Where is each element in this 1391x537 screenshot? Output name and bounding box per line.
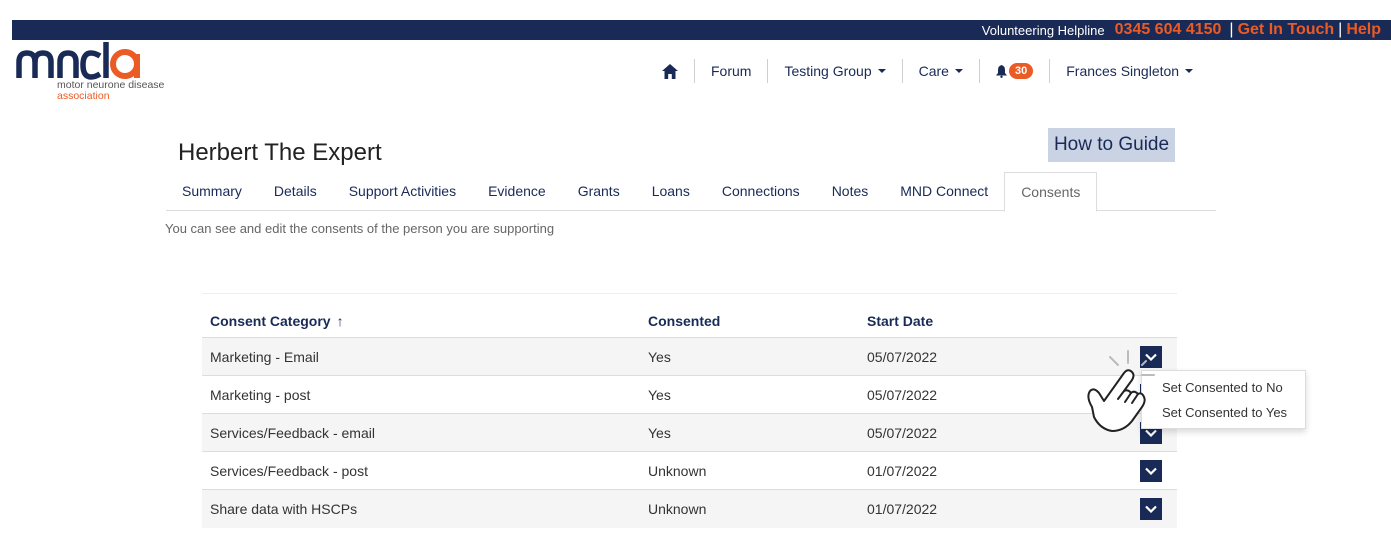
tab-loans[interactable]: Loans: [636, 172, 706, 210]
row-actions-menu: Set Consented to No Set Consented to Yes: [1141, 370, 1306, 429]
person-tabs: Summary Details Support Activities Evide…: [166, 172, 1216, 212]
page-description: You can see and edit the consents of the…: [165, 221, 555, 236]
nav-testing-group-label: Testing Group: [784, 63, 872, 79]
caret-down-icon: [1185, 69, 1194, 73]
chevron-down-icon: [1145, 353, 1157, 361]
cell-start-date: 05/07/2022: [867, 424, 938, 441]
header-start-date[interactable]: Start Date: [867, 313, 933, 329]
cell-consented: Unknown: [648, 501, 707, 517]
table-row: Marketing - Email Yes 05/07/2022: [202, 338, 1177, 376]
tab-notes[interactable]: Notes: [816, 172, 885, 210]
main-nav: Forum Testing Group Care 30 Frances Sing…: [646, 58, 1209, 84]
cell-start-date: 01/07/2022: [867, 501, 938, 517]
cell-start-date: 05/07/2022: [867, 386, 938, 403]
nav-forum-label: Forum: [711, 63, 752, 79]
row-actions-button[interactable]: [1140, 459, 1162, 482]
nav-care-label: Care: [918, 63, 949, 79]
menu-set-consented-yes[interactable]: Set Consented to Yes: [1142, 404, 1305, 429]
table-header: Consent Category ↑ Consented Start Date: [202, 294, 1177, 338]
mnd-logo[interactable]: motor neurone disease association: [16, 42, 186, 114]
page-title: Herbert The Expert: [178, 139, 382, 166]
home-icon: [662, 63, 678, 79]
chevron-down-icon: [1145, 505, 1157, 513]
cell-consented: Yes: [648, 386, 671, 403]
chevron-down-icon: [1145, 429, 1157, 437]
tab-grants[interactable]: Grants: [562, 172, 636, 210]
nav-testing-group[interactable]: Testing Group: [768, 58, 901, 84]
topbar-separator: |: [1338, 21, 1343, 38]
row-actions-button[interactable]: [1140, 498, 1162, 520]
tab-support-activities[interactable]: Support Activities: [333, 172, 472, 210]
consents-table: Consent Category ↑ Consented Start Date M…: [202, 293, 1177, 528]
chevron-down-icon: [1145, 467, 1157, 475]
cell-consented: Unknown: [648, 462, 707, 479]
cell-category: Services/Feedback - email: [210, 424, 375, 441]
mnd-logo-mark: [16, 42, 140, 80]
nav-home[interactable]: [646, 58, 694, 84]
header-consented[interactable]: Consented: [648, 313, 720, 329]
help-link[interactable]: Help: [1346, 21, 1381, 39]
row-actions-button[interactable]: [1140, 345, 1162, 368]
nav-notifications[interactable]: 30: [980, 58, 1049, 84]
tab-evidence[interactable]: Evidence: [472, 172, 562, 210]
cell-consented: Yes: [648, 424, 671, 441]
get-in-touch-link[interactable]: Get In Touch: [1238, 21, 1335, 39]
cell-category: Marketing - Email: [210, 348, 319, 365]
user-name: Frances Singleton: [1066, 63, 1180, 79]
cell-start-date: 05/07/2022: [867, 348, 938, 365]
tab-details[interactable]: Details: [258, 172, 333, 210]
cell-start-date: 01/07/2022: [867, 462, 938, 479]
how-to-guide-button[interactable]: How to Guide: [1048, 128, 1175, 162]
table-row: Services/Feedback - post Unknown 01/07/2…: [202, 452, 1177, 490]
caret-down-icon: [877, 69, 886, 73]
topbar-separator: |: [1229, 21, 1234, 38]
helpline-label: Volunteering Helpline: [981, 22, 1105, 38]
header-consent-category-label: Consent Category: [210, 313, 331, 329]
nav-care[interactable]: Care: [903, 58, 979, 84]
cell-category: Services/Feedback - post: [210, 462, 368, 479]
tab-consents[interactable]: Consents: [1004, 172, 1098, 212]
table-row: Marketing - post Yes 05/07/2022: [202, 376, 1177, 414]
bell-icon: [995, 64, 1007, 78]
cell-category: Marketing - post: [210, 386, 311, 403]
table-row: Services/Feedback - email Yes 05/07/2022: [202, 414, 1177, 452]
helpline-phone[interactable]: 0345 604 4150: [1115, 21, 1222, 39]
tab-mnd-connect[interactable]: MND Connect: [884, 172, 1004, 210]
notification-count-badge: 30: [1008, 63, 1034, 79]
table-row: Share data with HSCPs Unknown 01/07/2022: [202, 490, 1177, 528]
tab-summary[interactable]: Summary: [166, 172, 258, 210]
sort-up-arrow-icon: ↑: [336, 313, 344, 329]
caret-down-icon: [954, 69, 963, 73]
nav-forum[interactable]: Forum: [695, 58, 767, 84]
tab-connections[interactable]: Connections: [706, 172, 816, 210]
nav-user-menu[interactable]: Frances Singleton: [1050, 58, 1209, 84]
helpline-bar: Volunteering Helpline 0345 604 4150 | Ge…: [12, 20, 1391, 40]
menu-set-consented-no[interactable]: Set Consented to No: [1142, 379, 1305, 404]
header-consent-category[interactable]: Consent Category ↑: [210, 313, 344, 329]
logo-tagline-association: association: [57, 90, 110, 102]
cell-category: Share data with HSCPs: [210, 501, 358, 517]
cell-consented: Yes: [648, 348, 671, 365]
